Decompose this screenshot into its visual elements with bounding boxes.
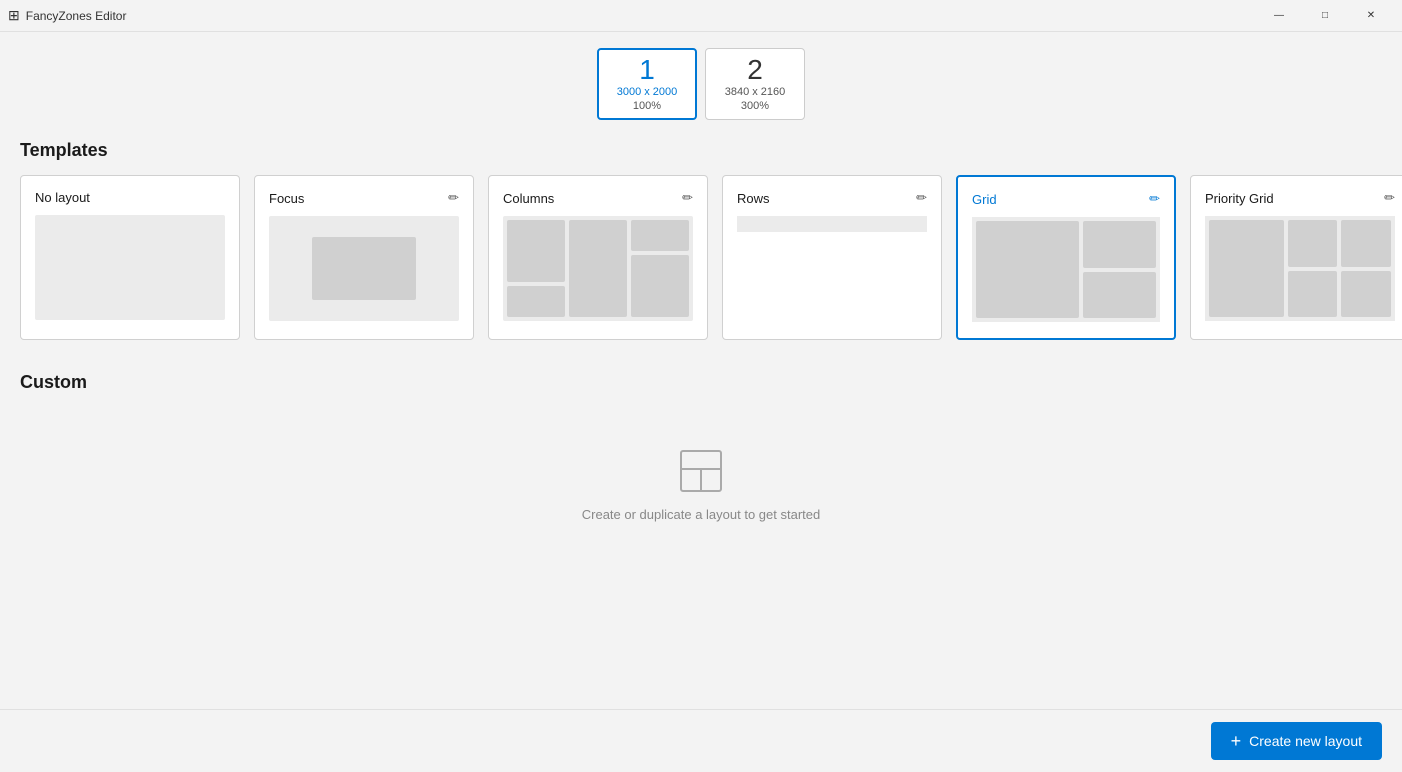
monitor-bar: 1 3000 x 2000 100% 2 3840 x 2160 300% (0, 32, 1402, 132)
columns-title: Columns (503, 191, 554, 206)
focus-title: Focus (269, 191, 304, 206)
no-layout-preview (35, 215, 225, 320)
grid-title: Grid (972, 192, 997, 207)
minimize-button[interactable]: — (1256, 0, 1302, 32)
bottom-bar: + Create new layout (0, 709, 1402, 772)
monitor-2-resolution: 3840 x 2160 (725, 86, 786, 98)
create-new-layout-button[interactable]: + Create new layout (1211, 722, 1382, 760)
priority-cell-3 (1288, 271, 1338, 318)
rows-title: Rows (737, 191, 770, 206)
monitor-card-1[interactable]: 1 3000 x 2000 100% (597, 48, 697, 120)
grid-preview (972, 217, 1160, 322)
titlebar: ⊞ FancyZones Editor — □ ✕ (0, 0, 1402, 32)
columns-header: Columns ✏ (503, 190, 693, 206)
custom-heading: Custom (20, 372, 1382, 393)
priority-cell-4 (1341, 271, 1391, 318)
template-no-layout[interactable]: No layout (20, 175, 240, 340)
focus-inner-block (312, 237, 417, 300)
rows-header: Rows ✏ (737, 190, 927, 206)
col-block-5 (631, 255, 689, 317)
template-rows[interactable]: Rows ✏ (722, 175, 942, 340)
grid-cell-tr (1083, 221, 1156, 268)
grid-edit-icon[interactable]: ✏ (1149, 191, 1160, 207)
rows-preview (737, 216, 927, 232)
templates-section: Templates No layout Focus ✏ (20, 140, 1382, 340)
col-block-3 (569, 220, 627, 317)
focus-header: Focus ✏ (269, 190, 459, 206)
monitor-card-2[interactable]: 2 3840 x 2160 300% (705, 48, 805, 120)
priority-grid-edit-icon[interactable]: ✏ (1384, 190, 1395, 206)
grid-cell-br (1083, 272, 1156, 319)
custom-empty-state: Create or duplicate a layout to get star… (20, 407, 1382, 562)
monitor-1-resolution: 3000 x 2000 (617, 86, 678, 98)
template-focus[interactable]: Focus ✏ (254, 175, 474, 340)
priority-grid-title: Priority Grid (1205, 191, 1274, 206)
monitor-1-number: 1 (639, 56, 655, 84)
template-columns[interactable]: Columns ✏ (488, 175, 708, 340)
priority-main-cell (1209, 220, 1284, 317)
focus-preview (269, 216, 459, 321)
columns-preview (503, 216, 693, 321)
templates-row: No layout Focus ✏ Columns ✏ (20, 175, 1382, 340)
maximize-button[interactable]: □ (1302, 0, 1348, 32)
columns-edit-icon[interactable]: ✏ (682, 190, 693, 206)
monitor-2-number: 2 (747, 56, 763, 84)
grid-cell-main (976, 221, 1079, 318)
layout-placeholder-icon (677, 447, 725, 495)
custom-section: Custom Create or duplicate a layout to g… (20, 372, 1382, 562)
close-button[interactable]: ✕ (1348, 0, 1394, 32)
template-grid[interactable]: Grid ✏ (956, 175, 1176, 340)
app-icon: ⊞ (8, 7, 20, 24)
app-title: FancyZones Editor (26, 9, 127, 23)
monitor-1-scale: 100% (633, 100, 661, 112)
templates-heading: Templates (20, 140, 1382, 161)
no-layout-header: No layout (35, 190, 225, 205)
create-new-layout-label: Create new layout (1249, 733, 1362, 749)
col-block-2 (507, 286, 565, 317)
titlebar-controls: — □ ✕ (1256, 0, 1394, 32)
priority-grid-preview (1205, 216, 1395, 321)
priority-cell-1 (1288, 220, 1338, 267)
grid-header: Grid ✏ (972, 191, 1160, 207)
col-block-4 (631, 220, 689, 251)
focus-edit-icon[interactable]: ✏ (448, 190, 459, 206)
priority-grid-header: Priority Grid ✏ (1205, 190, 1395, 206)
main-content: Templates No layout Focus ✏ (0, 132, 1402, 709)
template-priority-grid[interactable]: Priority Grid ✏ (1190, 175, 1402, 340)
titlebar-left: ⊞ FancyZones Editor (8, 7, 126, 24)
monitor-2-scale: 300% (741, 100, 769, 112)
no-layout-title: No layout (35, 190, 90, 205)
priority-cell-2 (1341, 220, 1391, 267)
custom-empty-text: Create or duplicate a layout to get star… (582, 507, 820, 522)
rows-edit-icon[interactable]: ✏ (916, 190, 927, 206)
plus-icon: + (1231, 732, 1242, 750)
col-block-1 (507, 220, 565, 282)
